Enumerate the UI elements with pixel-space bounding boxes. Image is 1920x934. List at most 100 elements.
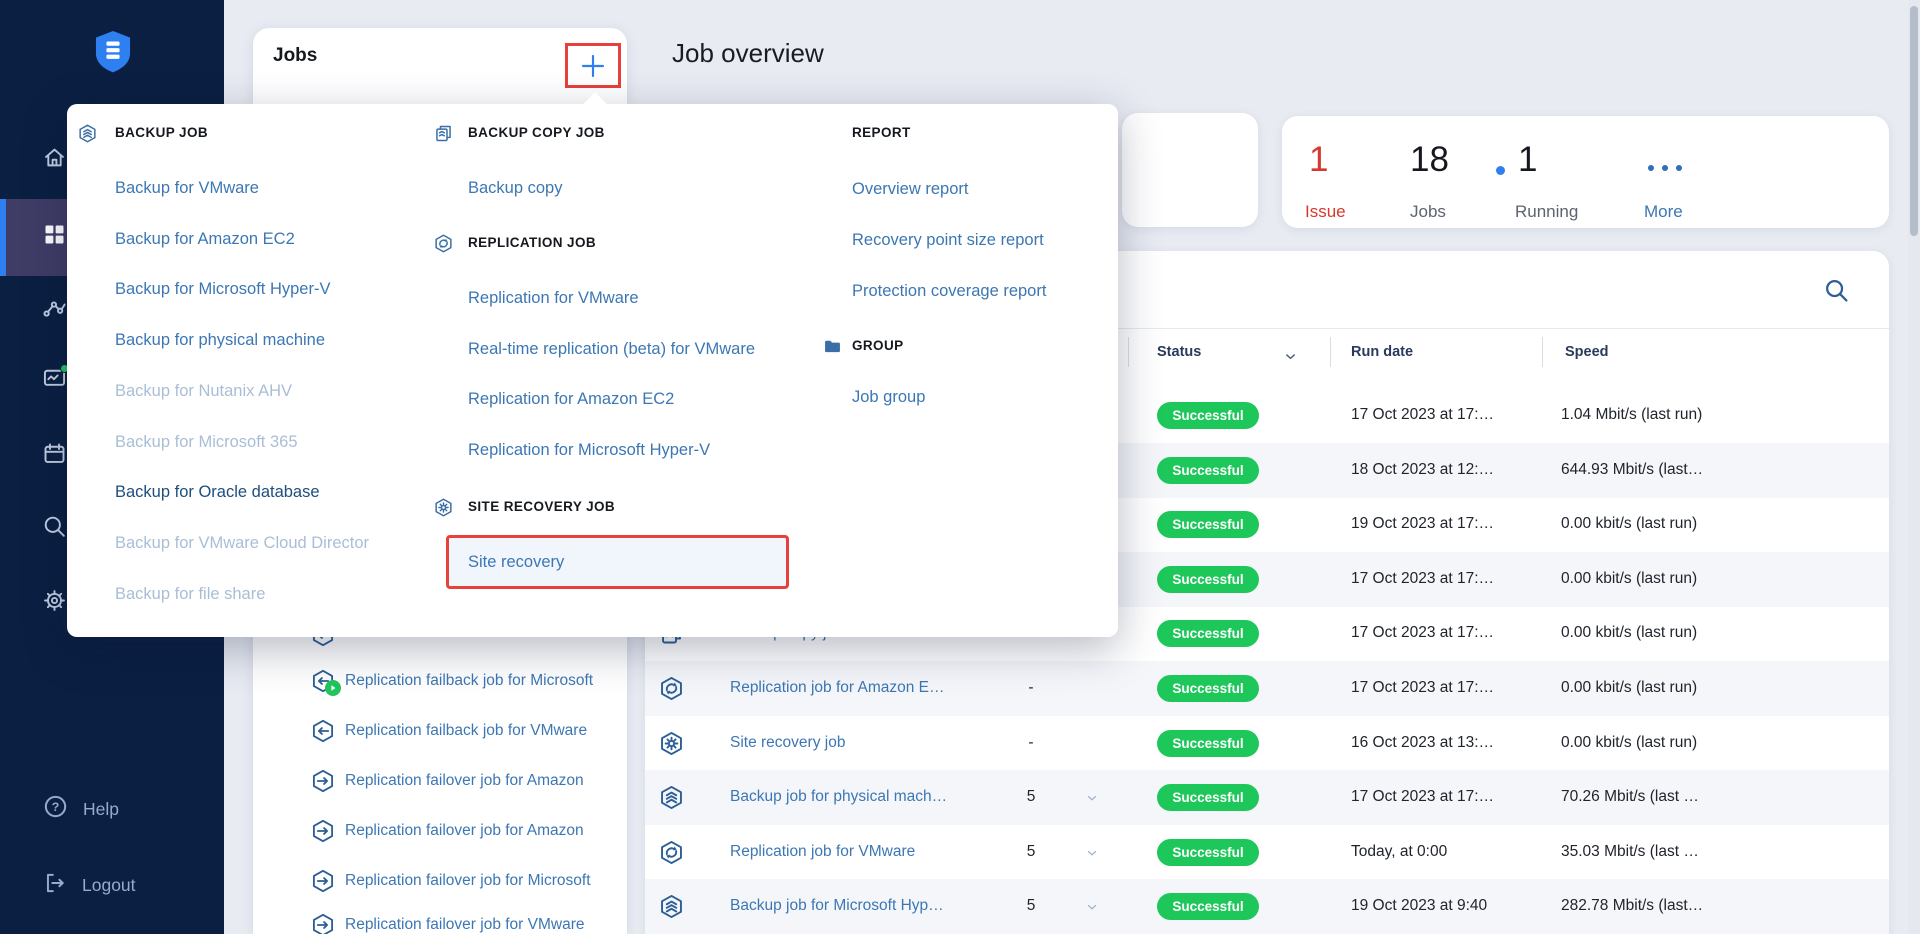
page-scrollbar-thumb[interactable] <box>1910 6 1918 236</box>
menu-section-header-backup-job: BACKUP JOB <box>115 123 208 143</box>
failover-icon <box>310 818 336 844</box>
run-date-cell: Today, at 0:00 <box>1351 843 1447 861</box>
job-item-label: Replication failover job for Amazon <box>345 772 627 790</box>
menu-item-backup-copy[interactable]: Backup copy <box>468 175 562 201</box>
status-badge: Successful <box>1157 566 1259 593</box>
issue-count: 1 <box>1309 138 1328 182</box>
menu-section-header-report: REPORT <box>852 123 911 143</box>
job-name-link[interactable]: Backup job for physical mach… <box>730 788 1015 806</box>
speed-cell: 70.26 Mbit/s (last … <box>1561 788 1699 806</box>
job-name-link[interactable]: Backup job for Microsoft Hyp… <box>730 897 1015 915</box>
column-header-speed[interactable]: Speed <box>1565 344 1609 360</box>
menu-item-backup-for-microsoft-hyper-v[interactable]: Backup for Microsoft Hyper-V <box>115 276 330 302</box>
create-job-dropdown: BACKUP JOB Backup for VMware Backup for Am… <box>67 104 1118 637</box>
table-row[interactable]: Site recovery job-Successful16 Oct 2023 … <box>645 716 1889 771</box>
calendar-icon <box>41 440 68 472</box>
speed-cell: 644.93 Mbit/s (last… <box>1561 461 1703 479</box>
running-label[interactable]: Running <box>1515 202 1578 222</box>
page-scrollbar[interactable] <box>1908 0 1920 934</box>
menu-item-backup-for-physical-machine[interactable]: Backup for physical machine <box>115 327 325 353</box>
table-row[interactable]: Backup job for physical mach…5 Successful… <box>645 770 1889 825</box>
running-dot-icon <box>1496 166 1505 175</box>
issue-label[interactable]: Issue <box>1305 202 1346 222</box>
add-job-button[interactable] <box>565 43 621 88</box>
more-dots-icon[interactable] <box>1646 160 1684 178</box>
speed-cell: 282.78 Mbit/s (last… <box>1561 897 1703 915</box>
menu-item-job-group[interactable]: Job group <box>852 384 925 410</box>
status-badge: Successful <box>1157 784 1259 811</box>
table-row[interactable]: Replication job for Amazon E…-Successful… <box>645 661 1889 716</box>
settings-icon <box>41 587 68 619</box>
speed-cell: 35.03 Mbit/s (last … <box>1561 843 1699 861</box>
help-icon: ? <box>42 793 69 825</box>
job-name-link[interactable]: Replication job for Amazon E… <box>730 679 1015 697</box>
logout-button[interactable]: Logout <box>0 868 224 902</box>
search-icon <box>41 513 68 545</box>
jobs-panel-list-item[interactable]: Replication failover job for Amazon <box>253 764 627 798</box>
run-date-cell: 16 Oct 2023 at 13:… <box>1351 734 1494 752</box>
logout-label: Logout <box>82 875 136 896</box>
svg-text:?: ? <box>52 800 60 814</box>
run-date-cell: 18 Oct 2023 at 12:… <box>1351 461 1494 479</box>
job-item-label: Replication failover job for VMware <box>345 916 627 934</box>
menu-item-replication-for-microsoft-hyper-v[interactable]: Replication for Microsoft Hyper-V <box>468 437 710 463</box>
menu-item-replication-for-amazon-ec2[interactable]: Replication for Amazon EC2 <box>468 386 674 412</box>
jobs-panel-list-item[interactable]: Replication failback job for VMware <box>253 714 627 748</box>
menu-item-backup-for-oracle-database[interactable]: Backup for Oracle database <box>115 479 320 505</box>
menu-item-real-time-replication-beta-for-vmware[interactable]: Real-time replication (beta) for VMware <box>468 336 755 362</box>
help-button[interactable]: ? Help <box>0 792 224 826</box>
job-name-link[interactable]: Site recovery job <box>730 734 1015 752</box>
failover-icon <box>310 868 336 894</box>
menu-item-backup-for-amazon-ec2[interactable]: Backup for Amazon EC2 <box>115 226 295 252</box>
run-date-cell: 19 Oct 2023 at 9:40 <box>1351 897 1487 915</box>
jobs-panel-list-item[interactable]: Replication failback job for Microsoft <box>253 664 627 698</box>
job-object-count: 5 <box>1011 843 1051 861</box>
menu-item-recovery-point-size-report[interactable]: Recovery point size report <box>852 227 1044 253</box>
menu-item-overview-report[interactable]: Overview report <box>852 176 968 202</box>
jobs-panel-list-item[interactable]: Replication failover job for VMware <box>253 908 627 934</box>
menu-item-label: Site recovery <box>468 549 564 575</box>
site-recovery-icon <box>658 730 685 757</box>
column-header-run-date[interactable]: Run date <box>1351 344 1413 360</box>
jobs-panel-list-item[interactable]: Replication failover job for Amazon <box>253 814 627 848</box>
app-logo-shield-icon <box>92 26 134 78</box>
jobs-panel-list-item[interactable]: Replication failover job for Microsoft <box>253 864 627 898</box>
menu-item-site-recovery-highlighted[interactable]: Site recovery <box>446 535 789 589</box>
replication-icon <box>658 839 685 866</box>
running-count: 1 <box>1518 138 1537 182</box>
menu-item-backup-for-file-share: Backup for file share <box>115 581 265 607</box>
menu-item-replication-for-vmware[interactable]: Replication for VMware <box>468 285 639 311</box>
run-date-cell: 17 Oct 2023 at 17:… <box>1351 570 1494 588</box>
row-expand-chevron-icon[interactable] <box>1085 791 1099 810</box>
table-row[interactable]: Backup job for Microsoft Hyp…5Successful… <box>645 879 1889 934</box>
failover-icon <box>310 912 336 934</box>
row-expand-chevron-icon[interactable] <box>1085 846 1099 865</box>
table-row[interactable]: Replication job for VMware5 Successful Tod… <box>645 825 1889 880</box>
run-date-cell: 17 Oct 2023 at 17:… <box>1351 788 1494 806</box>
speed-cell: 0.00 kbit/s (last run) <box>1561 624 1697 642</box>
activity-icon <box>41 295 68 327</box>
table-search-icon[interactable] <box>1823 277 1850 309</box>
speed-cell: 0.00 kbit/s (last run) <box>1561 679 1697 697</box>
logout-icon <box>42 870 68 901</box>
status-filter-chevron-icon[interactable] <box>1283 349 1298 369</box>
status-badge: Successful <box>1157 893 1259 920</box>
menu-item-protection-coverage-report[interactable]: Protection coverage report <box>852 278 1046 304</box>
run-date-cell: 17 Oct 2023 at 17:… <box>1351 406 1494 424</box>
help-label: Help <box>83 799 119 820</box>
menu-section-header-group: GROUP <box>852 336 904 356</box>
job-object-count: 5 <box>1011 788 1051 806</box>
backup-icon <box>658 893 685 920</box>
jobs-label[interactable]: Jobs <box>1410 202 1446 222</box>
column-header-status[interactable]: Status <box>1157 344 1201 360</box>
menu-item-backup-for-microsoft-365: Backup for Microsoft 365 <box>115 429 298 455</box>
menu-item-backup-for-vmware[interactable]: Backup for VMware <box>115 175 259 201</box>
job-name-link[interactable]: Replication job for VMware <box>730 843 1015 861</box>
replication-icon <box>433 233 454 254</box>
job-object-count: - <box>1011 679 1051 697</box>
row-expand-chevron-icon[interactable] <box>1085 900 1099 919</box>
status-badge: Successful <box>1157 839 1259 866</box>
more-label[interactable]: More <box>1644 202 1683 222</box>
job-item-label: Replication failover job for Amazon <box>345 822 627 840</box>
column-divider <box>1128 337 1129 367</box>
